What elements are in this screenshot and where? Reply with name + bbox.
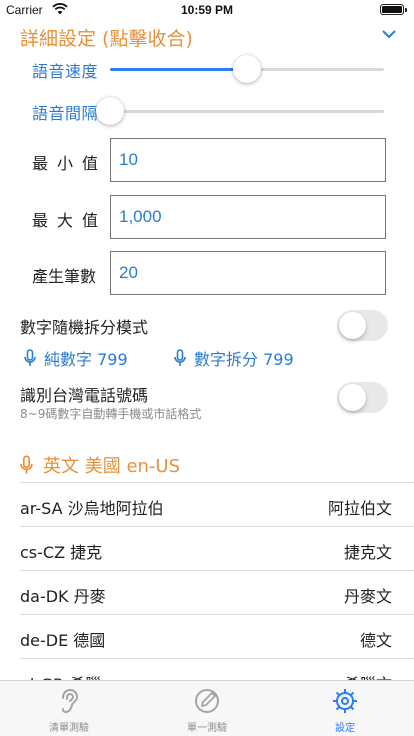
list-item[interactable]: de-DE 德國 德文 bbox=[20, 614, 414, 658]
speech-interval-slider[interactable] bbox=[96, 97, 384, 125]
microphone-icon bbox=[174, 349, 186, 366]
min-value-label: 最小值 bbox=[32, 154, 108, 173]
speech-interval-label: 語音間隔 bbox=[32, 104, 99, 123]
list-item[interactable]: ar-SA 沙烏地阿拉伯 阿拉伯文 bbox=[20, 482, 414, 526]
battery-icon bbox=[380, 4, 407, 15]
max-value-input[interactable] bbox=[110, 195, 386, 239]
random-split-row: 數字隨機拆分模式 bbox=[0, 308, 414, 348]
language-code: de-DE 德國 bbox=[20, 631, 106, 650]
speech-speed-slider[interactable] bbox=[110, 55, 384, 83]
tab-label: 單一測驗 bbox=[187, 723, 227, 734]
tab-settings[interactable]: 設定 bbox=[276, 681, 414, 736]
status-bar: Carrier 10:59 PM bbox=[0, 0, 414, 20]
tab-bar: 清單測驗 單一測驗 設定 bbox=[0, 680, 414, 736]
language-name: 希臘文 bbox=[344, 671, 392, 680]
tab-label: 設定 bbox=[335, 723, 355, 734]
tab-label: 清單測驗 bbox=[49, 723, 89, 734]
language-name: 捷克文 bbox=[343, 543, 392, 562]
status-time: 10:59 PM bbox=[180, 3, 234, 17]
random-split-toggle[interactable] bbox=[337, 310, 388, 341]
chevron-down-icon bbox=[382, 30, 396, 39]
slider-fill bbox=[110, 68, 247, 71]
language-code: da-DK 丹麥 bbox=[20, 587, 106, 606]
details-title: 詳細設定 (點擊收合) bbox=[20, 28, 193, 50]
speech-speed-row: 語音速度 bbox=[0, 52, 414, 86]
pure-number-label: 純數字 799 bbox=[44, 350, 128, 369]
gear-icon bbox=[333, 689, 357, 713]
phone-format-row: 識別台灣電話號碼 8~9碼數字自動轉手機或市話格式 bbox=[0, 376, 414, 426]
language-name: 德文 bbox=[359, 631, 392, 650]
pencil-circle-icon bbox=[195, 689, 219, 713]
count-label: 產生筆數 bbox=[32, 267, 97, 286]
details-section-header[interactable]: 詳細設定 (點擊收合) bbox=[20, 24, 400, 52]
split-number-label: 數字拆分 799 bbox=[194, 350, 294, 369]
slider-thumb[interactable] bbox=[96, 97, 124, 125]
language-list: ar-SA 沙烏地阿拉伯 阿拉伯文 cs-CZ 捷克 捷克文 da-DK 丹麥 … bbox=[20, 482, 414, 680]
list-item[interactable]: el-GR 希臘 希臘文 bbox=[20, 658, 414, 680]
slider-thumb[interactable] bbox=[233, 55, 261, 83]
max-value-label: 最大值 bbox=[32, 211, 108, 230]
max-value-row: 最大值 bbox=[0, 195, 414, 241]
microphone-icon bbox=[20, 455, 33, 474]
microphone-icon bbox=[24, 349, 36, 366]
language-code: el-GR 希臘 bbox=[20, 671, 101, 680]
current-voice-header[interactable]: 英文 美國 en-US bbox=[20, 452, 180, 478]
phone-format-toggle[interactable] bbox=[337, 382, 388, 413]
random-split-label: 數字隨機拆分模式 bbox=[20, 318, 149, 337]
list-item[interactable]: cs-CZ 捷克 捷克文 bbox=[20, 526, 414, 570]
count-input[interactable] bbox=[110, 251, 386, 295]
language-name: 丹麥文 bbox=[343, 587, 392, 606]
language-code: cs-CZ 捷克 bbox=[20, 543, 103, 562]
current-voice-label: 英文 美國 en-US bbox=[43, 456, 181, 477]
toggle-knob bbox=[339, 384, 366, 411]
language-name: 阿拉伯文 bbox=[327, 499, 392, 518]
pure-number-link[interactable]: 純數字 799 bbox=[24, 346, 128, 370]
split-number-link[interactable]: 數字拆分 799 bbox=[174, 346, 294, 370]
count-row: 產生筆數 bbox=[0, 251, 414, 297]
speech-speed-label: 語音速度 bbox=[32, 62, 99, 81]
min-value-row: 最小值 bbox=[0, 138, 414, 184]
ear-icon bbox=[62, 688, 79, 714]
toggle-knob bbox=[339, 312, 366, 339]
min-value-input[interactable] bbox=[110, 138, 386, 182]
tab-list-quiz[interactable]: 清單測驗 bbox=[0, 681, 138, 736]
list-item[interactable]: da-DK 丹麥 丹麥文 bbox=[20, 570, 414, 614]
phone-format-label: 識別台灣電話號碼 bbox=[20, 386, 149, 405]
speech-interval-row: 語音間隔 bbox=[0, 94, 414, 128]
tab-single-quiz[interactable]: 單一測驗 bbox=[138, 681, 276, 736]
language-code: ar-SA 沙烏地阿拉伯 bbox=[20, 499, 164, 518]
phone-format-sublabel: 8~9碼數字自動轉手機或市話格式 bbox=[20, 407, 202, 421]
